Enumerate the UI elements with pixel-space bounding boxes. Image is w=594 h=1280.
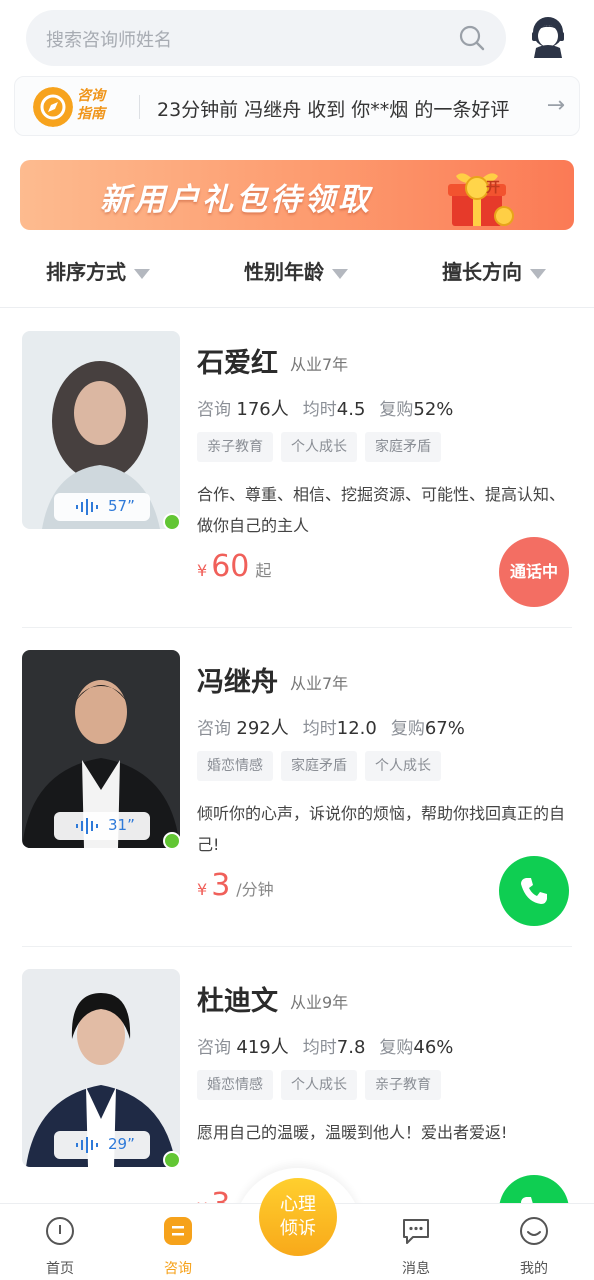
tag: 个人成长 [281, 1070, 357, 1100]
card-divider [22, 946, 572, 947]
dropdown-arrow-icon [530, 268, 546, 279]
counselor-years: 从业7年 [290, 355, 349, 374]
counselor-tags: 亲子教育 个人成长 家庭矛盾 [197, 432, 449, 462]
counselor-years: 从业7年 [290, 674, 349, 693]
message-icon [403, 1219, 429, 1244]
search-input[interactable]: 搜索咨询师姓名 [46, 26, 172, 52]
phone-icon [521, 878, 547, 904]
tab-consult-label: 咨询 [164, 1261, 192, 1277]
search-icon[interactable] [458, 24, 486, 52]
voice-wave-icon [76, 818, 98, 834]
gift-open-char: 开 [486, 180, 500, 196]
new-user-gift-banner[interactable]: 新用户礼包待领取 开 [20, 160, 574, 230]
counselor-tags: 婚恋情感 个人成长 亲子教育 [197, 1070, 449, 1100]
counselor-description: 合作、尊重、相信、挖掘资源、可能性、提高认知、做你自己的主人 [197, 485, 566, 535]
counselor-stats: 咨询 419人 均时7.8 复购46% [197, 1037, 454, 1058]
voice-intro[interactable]: 57” [54, 493, 150, 521]
gift-box-icon [448, 173, 514, 226]
psych-talk-button[interactable]: 心理 倾诉 [259, 1178, 337, 1256]
home-icon [46, 1217, 74, 1245]
counselor-years: 从业9年 [290, 993, 349, 1012]
filter-specialty[interactable]: 擅长方向 [442, 256, 546, 285]
dropdown-arrow-icon [332, 268, 348, 279]
tab-mine-label: 我的 [520, 1261, 548, 1277]
online-status-dot [163, 1151, 181, 1169]
counselor-price: ¥60 起 [197, 549, 272, 584]
voice-wave-icon [76, 1137, 98, 1153]
consult-guide-notice[interactable]: 咨询 指南 23分钟前 冯继舟 收到 你**烟 的一条好评 → [14, 76, 580, 136]
tag: 婚恋情感 [197, 751, 273, 781]
counselor-name: 杜迪文 [197, 986, 278, 1017]
tag: 个人成长 [365, 751, 441, 781]
counselor-name: 石爱红 [197, 348, 278, 379]
tab-mine[interactable]: 我的 [494, 1216, 574, 1278]
tab-consult[interactable]: 咨询 [138, 1216, 218, 1278]
counselor-stats: 咨询 176人 均时4.5 复购52% [197, 399, 454, 420]
counselor-description: 倾听你的心声，诉说你的烦恼，帮助你找回真正的自己! [197, 804, 566, 854]
voice-intro[interactable]: 31” [54, 812, 150, 840]
call-button[interactable] [499, 856, 569, 926]
voice-duration: 29” [108, 1135, 135, 1153]
counselor-price: ¥3/分钟 [197, 868, 274, 903]
counselor-name: 冯继舟 [197, 667, 278, 698]
online-status-dot [163, 513, 181, 531]
search-bar[interactable]: 搜索咨询师姓名 [26, 10, 506, 66]
tag: 亲子教育 [365, 1070, 441, 1100]
consult-icon [164, 1217, 192, 1245]
dropdown-arrow-icon [134, 268, 150, 279]
tab-home[interactable]: 首页 [20, 1216, 100, 1278]
voice-wave-icon [76, 499, 98, 515]
notice-logo-text: 咨询 指南 [77, 88, 105, 122]
card-divider [22, 627, 572, 628]
tag: 个人成长 [281, 432, 357, 462]
online-status-dot [163, 832, 181, 850]
voice-intro[interactable]: 29” [54, 1131, 150, 1159]
voice-duration: 31” [108, 816, 135, 834]
in-call-status-button[interactable]: 通话中 [499, 537, 569, 607]
smiley-icon [520, 1217, 548, 1245]
voice-duration: 57” [108, 497, 135, 515]
filter-divider [0, 307, 594, 308]
counselor-tags: 婚恋情感 家庭矛盾 个人成长 [197, 751, 449, 781]
notice-text: 23分钟前 冯继舟 收到 你**烟 的一条好评 [157, 99, 510, 121]
notice-divider [139, 95, 140, 119]
tag: 亲子教育 [197, 432, 273, 462]
customer-service-icon[interactable] [528, 14, 568, 58]
tag: 家庭矛盾 [365, 432, 441, 462]
banner-text: 新用户礼包待领取 [100, 182, 372, 218]
tab-messages-label: 消息 [402, 1261, 430, 1277]
arrow-right-icon[interactable]: → [547, 93, 565, 118]
filter-gender-age[interactable]: 性别年龄 [244, 256, 348, 285]
compass-icon [33, 87, 73, 127]
tab-messages[interactable]: 消息 [376, 1216, 456, 1278]
filter-sort[interactable]: 排序方式 [46, 256, 150, 285]
tag: 家庭矛盾 [281, 751, 357, 781]
counselor-stats: 咨询 292人 均时12.0 复购67% [197, 718, 465, 739]
tab-home-label: 首页 [46, 1261, 74, 1277]
tag: 婚恋情感 [197, 1070, 273, 1100]
counselor-description: 愿用自己的温暖，温暖到他人！爱出者爱返! [197, 1123, 508, 1142]
